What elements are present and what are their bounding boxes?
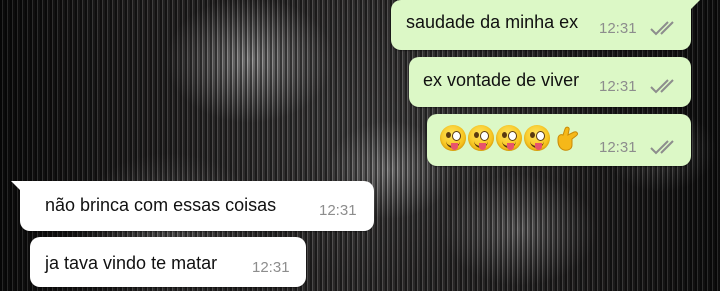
winking-face-with-tongue-icon: [496, 125, 522, 151]
message-text: não brinca com essas coisas: [45, 195, 277, 215]
message-timestamp: 12:31: [599, 139, 637, 156]
double-check-read-icon: [650, 21, 674, 36]
winking-face-with-tongue-icon: [524, 125, 550, 151]
message-timestamp: 12:31: [599, 78, 637, 95]
outgoing-message-bubble[interactable]: saudade da minha ex 12:31: [391, 0, 700, 50]
message-text: saudade da minha ex: [406, 12, 579, 32]
emoji-row: [440, 125, 580, 153]
call-me-hand-icon: [557, 126, 578, 151]
message-text: ex vontade de viver: [423, 70, 580, 90]
incoming-message-bubble[interactable]: ja tava vindo te matar 12:31: [30, 237, 306, 287]
bubble-tail: [11, 181, 23, 193]
winking-face-with-tongue-icon: [468, 125, 494, 151]
message-timestamp: 12:31: [252, 259, 290, 276]
bubble-tail: [688, 0, 700, 12]
winking-face-with-tongue-icon: [440, 125, 466, 151]
message-timestamp: 12:31: [599, 20, 637, 37]
outgoing-message-bubble[interactable]: 😜😜😜😜🤙 12:31: [427, 114, 691, 166]
outgoing-message-bubble[interactable]: ex vontade de viver 12:31: [409, 57, 691, 107]
double-check-read-icon: [650, 79, 674, 94]
incoming-message-bubble[interactable]: não brinca com essas coisas 12:31: [11, 181, 374, 231]
double-check-read-icon: [650, 140, 674, 155]
message-timestamp: 12:31: [319, 202, 357, 219]
message-text: ja tava vindo te matar: [45, 253, 218, 273]
